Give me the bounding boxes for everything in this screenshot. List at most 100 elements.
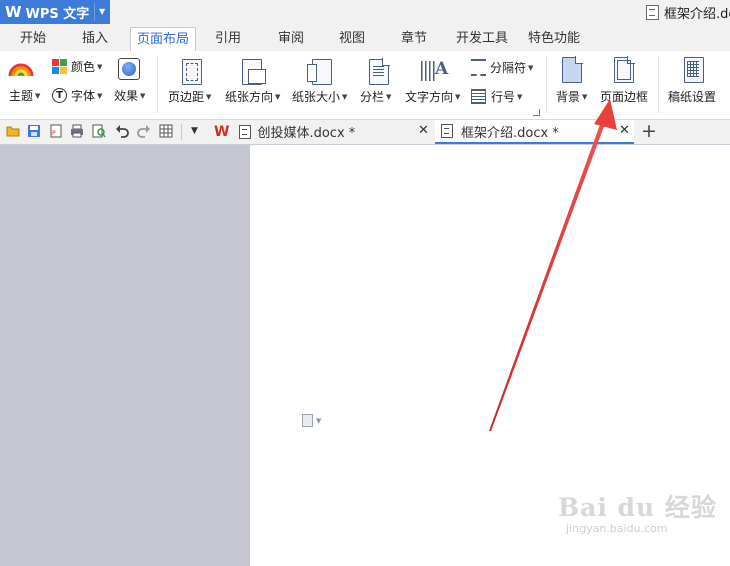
tab-references[interactable]: 引用 bbox=[207, 28, 249, 50]
document-title-text: 框架介绍.dc bbox=[664, 7, 730, 22]
caret-down-icon: ▼ bbox=[316, 416, 322, 425]
theme-label: 主题 bbox=[9, 89, 34, 103]
caret-down-icon: ▼ bbox=[97, 62, 103, 71]
caret-down-icon: ▼ bbox=[342, 92, 348, 101]
paste-options-button[interactable]: ▼ bbox=[302, 414, 321, 427]
caret-down-icon: ▼ bbox=[517, 92, 523, 101]
quick-access-toolbar: P ▼ W 创投媒体.docx * ✕ 框架介绍.docx * ✕ + bbox=[0, 120, 730, 145]
svg-text:P: P bbox=[52, 130, 56, 137]
effects-label: 效果 bbox=[114, 89, 139, 103]
doc-tab-label: 创投媒体.docx * bbox=[257, 126, 356, 141]
columns-icon bbox=[369, 58, 390, 85]
tab-features[interactable]: 特色功能 bbox=[524, 28, 584, 50]
line-numbers-label: 行号 bbox=[491, 90, 516, 104]
table-grid-icon[interactable] bbox=[159, 124, 173, 138]
background-label: 背景 bbox=[556, 90, 581, 104]
margins-icon bbox=[182, 59, 202, 85]
paper-size-label: 纸张大小 bbox=[292, 90, 341, 104]
colors-dropdown[interactable]: 颜色 ▼ bbox=[52, 58, 102, 75]
effects-circle-icon bbox=[118, 58, 140, 80]
ribbon-panel: 主题 ▼ 颜色 ▼ T 字体 ▼ 效果 ▼ 页边距 ▼ 纸张方向 ▼ 纸张大小 ▼ bbox=[0, 51, 730, 120]
ribbon-tabs: 开始 插入 页面布局 引用 审阅 视图 章节 开发工具 特色功能 bbox=[0, 25, 730, 53]
caret-down-icon: ▼ bbox=[275, 92, 281, 101]
tab-page-layout[interactable]: 页面布局 bbox=[130, 27, 196, 53]
page-borders-button[interactable]: 页面边框 bbox=[600, 88, 648, 105]
line-numbers-dropdown[interactable]: 行号 ▼ bbox=[471, 88, 522, 105]
manuscript-label: 稿纸设置 bbox=[668, 90, 717, 104]
page-borders-icon bbox=[614, 56, 635, 83]
paper-size-icon bbox=[307, 59, 332, 85]
print-preview-icon[interactable] bbox=[92, 124, 106, 138]
line-numbers-icon bbox=[471, 89, 486, 104]
theme-button[interactable] bbox=[8, 55, 34, 77]
orientation-dropdown[interactable]: 纸张方向 ▼ bbox=[225, 88, 280, 105]
tab-developer[interactable]: 开发工具 bbox=[452, 28, 512, 50]
undo-icon[interactable] bbox=[115, 124, 129, 138]
page-margin-area bbox=[0, 145, 250, 566]
watermark-main-text: Bai du 经验 bbox=[558, 493, 717, 522]
margins-dropdown[interactable]: 页边距 ▼ bbox=[168, 88, 211, 105]
toolbar-divider bbox=[181, 124, 182, 140]
ribbon-divider bbox=[546, 57, 547, 113]
close-tab-icon[interactable]: ✕ bbox=[418, 123, 429, 138]
app-menu-button[interactable]: W WPS 文字 ▼ bbox=[0, 0, 110, 24]
page-borders-label: 页面边框 bbox=[600, 90, 649, 104]
caret-down-icon: ▼ bbox=[140, 91, 146, 100]
orientation-icon bbox=[242, 59, 266, 85]
export-pdf-icon[interactable]: P bbox=[49, 124, 63, 138]
background-dropdown[interactable]: 背景 ▼ bbox=[556, 88, 587, 105]
caret-down-icon: ▼ bbox=[386, 92, 392, 101]
chevron-down-icon[interactable]: ▼ bbox=[99, 7, 105, 16]
customize-dropdown-icon[interactable]: ▼ bbox=[191, 126, 198, 136]
effects-icon-button[interactable] bbox=[118, 58, 140, 80]
tab-sections[interactable]: 章节 bbox=[393, 28, 435, 50]
new-tab-plus-icon[interactable]: + bbox=[641, 120, 657, 142]
text-direction-label: 文字方向 bbox=[405, 90, 454, 104]
theme-dropdown[interactable]: 主题 ▼ bbox=[9, 87, 40, 104]
tab-home[interactable]: 开始 bbox=[12, 28, 54, 50]
fonts-dropdown[interactable]: T 字体 ▼ bbox=[52, 87, 102, 104]
columns-dropdown[interactable]: 分栏 ▼ bbox=[360, 88, 391, 105]
wps-logo-icon: W bbox=[5, 3, 22, 21]
manuscript-settings-button[interactable]: 稿纸设置 bbox=[668, 88, 716, 105]
doc-tab-kuangjia[interactable]: 框架介绍.docx * ✕ bbox=[435, 120, 634, 144]
fonts-label: 字体 bbox=[71, 89, 96, 103]
breaks-label: 分隔符 bbox=[490, 61, 527, 75]
margins-label: 页边距 bbox=[168, 90, 205, 104]
document-icon bbox=[646, 5, 659, 20]
orientation-label: 纸张方向 bbox=[225, 90, 274, 104]
text-direction-dropdown[interactable]: 文字方向 ▼ bbox=[405, 88, 460, 105]
paper-size-dropdown[interactable]: 纸张大小 ▼ bbox=[292, 88, 347, 105]
caret-down-icon: ▼ bbox=[35, 91, 41, 100]
clipboard-icon bbox=[302, 414, 313, 427]
close-tab-icon[interactable]: ✕ bbox=[619, 123, 630, 138]
document-icon bbox=[239, 124, 252, 139]
breaks-dropdown[interactable]: 分隔符 ▼ bbox=[471, 59, 533, 76]
text-direction-icon: A bbox=[421, 59, 448, 83]
caret-down-icon: ▼ bbox=[528, 63, 534, 72]
tab-view[interactable]: 视图 bbox=[331, 28, 373, 50]
page-setup-launcher-icon[interactable] bbox=[533, 109, 540, 116]
caret-down-icon: ▼ bbox=[582, 92, 588, 101]
caret-down-icon: ▼ bbox=[455, 92, 461, 101]
tab-insert[interactable]: 插入 bbox=[74, 28, 116, 50]
doc-tab-label: 框架介绍.docx * bbox=[461, 125, 559, 141]
baidu-jingyan-watermark: Bai du 经验 jingyan.baidu.com bbox=[558, 488, 717, 535]
effects-dropdown[interactable]: 效果 ▼ bbox=[114, 87, 145, 104]
tab-review[interactable]: 审阅 bbox=[270, 28, 312, 50]
window-document-title: 框架介绍.dc bbox=[646, 3, 730, 22]
app-name: WPS 文字 bbox=[25, 6, 90, 22]
print-icon[interactable] bbox=[70, 124, 84, 138]
wps-w-logo-icon: W bbox=[214, 123, 230, 140]
open-folder-icon[interactable] bbox=[6, 124, 20, 138]
document-icon bbox=[441, 124, 453, 138]
rainbow-theme-icon bbox=[8, 63, 34, 77]
save-icon[interactable] bbox=[27, 124, 41, 138]
ribbon-divider bbox=[157, 57, 158, 113]
caret-down-icon: ▼ bbox=[97, 91, 103, 100]
title-bar: W WPS 文字 ▼ 框架介绍.dc bbox=[0, 0, 730, 25]
redo-icon[interactable] bbox=[137, 124, 151, 138]
doc-tab-chuangtou[interactable]: W 创投媒体.docx * ✕ bbox=[210, 120, 434, 143]
columns-label: 分栏 bbox=[360, 90, 385, 104]
ribbon-divider bbox=[658, 57, 659, 113]
